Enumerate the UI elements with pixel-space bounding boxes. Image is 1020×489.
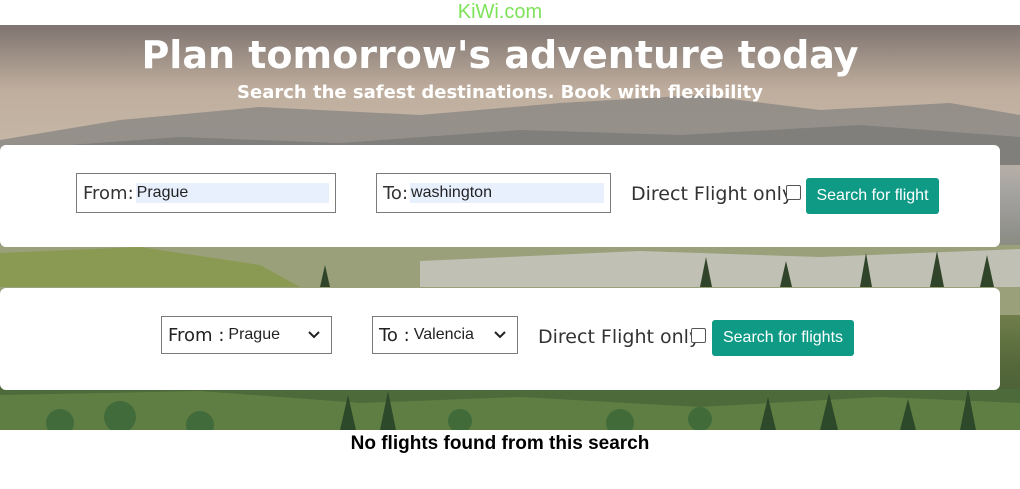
- search-card-text-inputs: From: Prague To: washington Direct Fligh…: [0, 145, 1000, 247]
- to-input[interactable]: washington: [410, 183, 604, 203]
- search-card-dropdowns: From : Prague To : Valencia Direct Fligh…: [0, 288, 1000, 390]
- from-select[interactable]: From : Prague: [161, 316, 332, 354]
- chevron-down-icon: [494, 331, 506, 339]
- direct-flight-label: Direct Flight only: [631, 183, 794, 205]
- from-input[interactable]: Prague: [135, 183, 329, 203]
- from-field[interactable]: From: Prague: [76, 173, 336, 213]
- to-select[interactable]: To : Valencia: [372, 316, 518, 354]
- from-select-label: From :: [168, 324, 225, 346]
- brand-logo[interactable]: KiWi.com: [0, 0, 1000, 25]
- direct-flight-checkbox[interactable]: [691, 328, 706, 343]
- hero-title: Plan tomorrow's adventure today: [141, 33, 859, 77]
- chevron-down-icon: [308, 331, 320, 339]
- no-results-message: No flights found from this search: [350, 433, 650, 454]
- hero-subtitle: Search the safest destinations. Book wit…: [237, 82, 763, 103]
- to-select-label: To :: [379, 324, 410, 346]
- from-select-value: Prague: [228, 326, 280, 343]
- to-field[interactable]: To: washington: [376, 173, 611, 213]
- direct-flight-checkbox[interactable]: [786, 185, 801, 200]
- direct-flight-label: Direct Flight only: [538, 326, 701, 348]
- to-label: To:: [383, 182, 409, 204]
- from-label: From:: [83, 182, 134, 204]
- to-select-value: Valencia: [413, 326, 474, 343]
- search-flights-button[interactable]: Search for flights: [712, 320, 854, 356]
- search-flight-button[interactable]: Search for flight: [806, 178, 939, 214]
